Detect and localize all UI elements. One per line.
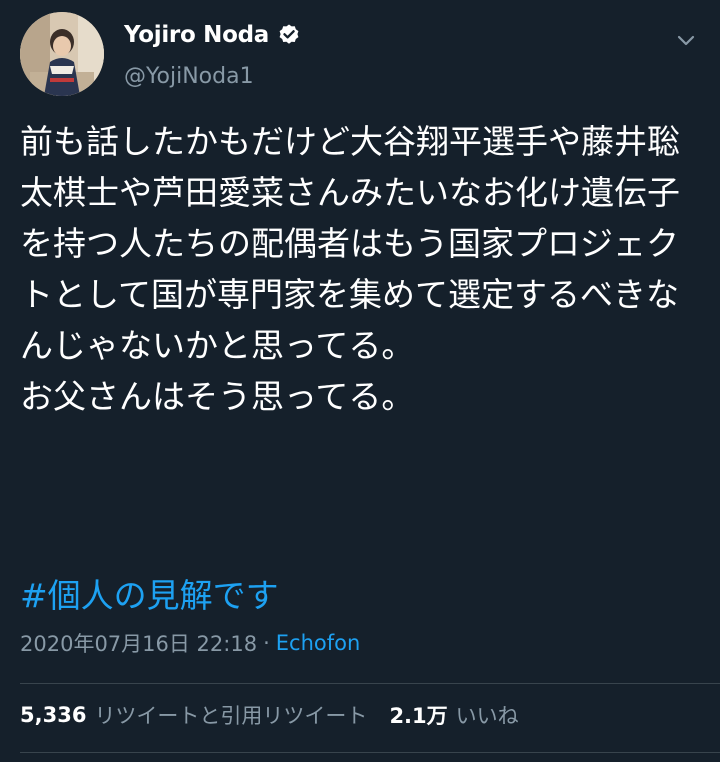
verified-badge-icon xyxy=(277,23,301,47)
hashtag-link[interactable]: #個人の見解です xyxy=(20,570,279,621)
display-name[interactable]: Yojiro Noda xyxy=(124,22,269,48)
name-row: Yojiro Noda xyxy=(124,22,301,48)
likes-stat[interactable]: 2.1万 いいね xyxy=(389,700,518,730)
divider-bottom xyxy=(20,752,720,753)
tweet-stats: 5,336 リツイートと引用リツイート 2.1万 いいね xyxy=(20,700,519,730)
divider-top xyxy=(20,683,720,684)
likes-label: いいね xyxy=(455,704,519,728)
tweet-meta: 2020年07月16日 22:18 · Echofon xyxy=(20,628,360,658)
retweets-stat[interactable]: 5,336 リツイートと引用リツイート xyxy=(20,700,367,730)
avatar[interactable] xyxy=(20,12,104,96)
chevron-down-icon[interactable] xyxy=(672,26,700,54)
avatar-image xyxy=(20,12,104,96)
tweet-timestamp[interactable]: 2020年07月16日 22:18 xyxy=(20,628,257,658)
meta-separator: · xyxy=(263,631,270,655)
likes-count: 2.1万 xyxy=(389,704,448,728)
tweet-text: 前も話したかもだけど大谷翔平選手や藤井聡太棋士や芦田愛菜さんみたいなお化け遺伝子… xyxy=(20,122,680,416)
tweet-header: Yojiro Noda @YojiNoda1 xyxy=(20,12,700,100)
retweets-label: リツイートと引用リツイート xyxy=(94,704,368,728)
tweet-source-link[interactable]: Echofon xyxy=(276,631,361,655)
retweets-count: 5,336 xyxy=(20,703,87,727)
user-handle[interactable]: @YojiNoda1 xyxy=(124,64,254,89)
